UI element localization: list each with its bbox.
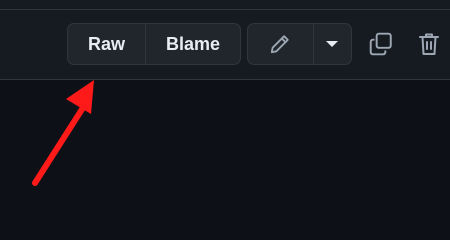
edit-button[interactable] (248, 24, 313, 64)
copy-button[interactable] (364, 23, 398, 65)
pencil-icon (269, 33, 291, 55)
blame-button[interactable]: Blame (145, 24, 240, 64)
file-view: Raw Blame (0, 0, 450, 216)
caret-down-icon (325, 39, 339, 49)
toolbar-divider (0, 9, 450, 10)
blame-button-label: Blame (166, 33, 221, 54)
raw-button-label: Raw (88, 33, 126, 54)
file-toolbar: Raw Blame (0, 0, 450, 80)
raw-button[interactable]: Raw (68, 24, 145, 64)
raw-blame-button-group: Raw Blame (67, 23, 241, 65)
delete-button[interactable] (412, 23, 446, 65)
edit-button-group (247, 23, 352, 65)
copy-icon (368, 31, 394, 57)
trash-icon (417, 31, 441, 57)
edit-options-dropdown[interactable] (312, 24, 351, 64)
